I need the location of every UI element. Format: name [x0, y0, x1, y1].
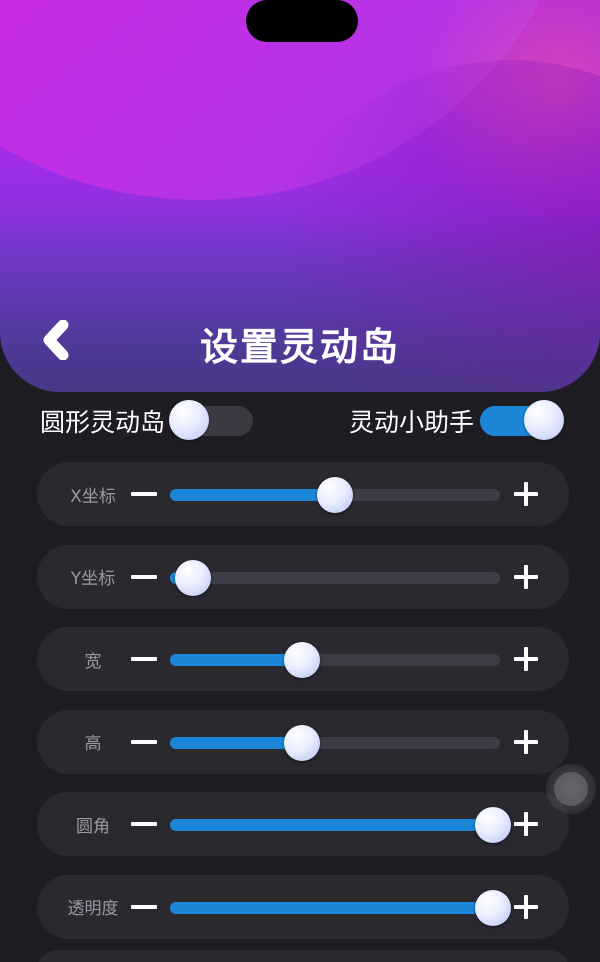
round-island-label: 圆形灵动岛	[40, 408, 166, 437]
slider-thumb[interactable]	[475, 807, 512, 843]
slider-height[interactable]	[170, 724, 500, 761]
slider-fill	[170, 654, 302, 666]
slider-corner-radius[interactable]	[170, 807, 512, 843]
assistant-toggle-group: 灵动小助手	[348, 400, 564, 440]
slider-label-corner-radius: 圆角	[76, 816, 110, 837]
round-island-toggle-group: 圆形灵动岛	[40, 400, 255, 440]
slider-row-y-coordinate: Y坐标	[37, 544, 569, 609]
switch-knob	[169, 400, 210, 440]
slider-thumb[interactable]	[475, 889, 512, 926]
decrease-corner-radius-button[interactable]	[129, 809, 159, 839]
decrease-x-coordinate-button[interactable]	[129, 479, 159, 509]
increase-width-button[interactable]	[511, 644, 541, 674]
slider-label-y-coordinate: Y坐标	[70, 569, 116, 589]
increase-x-coordinate-button[interactable]	[511, 479, 541, 509]
slider-x-coordinate[interactable]	[170, 477, 500, 513]
slider-width[interactable]	[170, 642, 500, 678]
slider-row-width: 宽	[37, 627, 569, 691]
decrease-height-button[interactable]	[129, 727, 159, 757]
slider-thumb[interactable]	[284, 724, 320, 761]
decrease-width-button[interactable]	[129, 644, 159, 674]
toggle-row: 圆形灵动岛 灵动小助手	[40, 398, 564, 444]
list-item-partial	[37, 950, 569, 962]
decrease-opacity-button[interactable]	[129, 892, 159, 922]
slider-y-coordinate[interactable]	[170, 559, 500, 596]
slider-fill	[170, 819, 494, 831]
slider-opacity[interactable]	[170, 889, 512, 926]
slider-thumb[interactable]	[175, 559, 212, 596]
assistant-switch[interactable]	[480, 400, 564, 440]
slider-fill	[170, 901, 494, 914]
slider-fill	[170, 736, 302, 749]
switch-knob	[524, 400, 564, 440]
slider-label-width: 宽	[84, 651, 102, 672]
slider-row-x-coordinate: X坐标	[37, 462, 569, 526]
assistant-label: 灵动小助手	[348, 408, 474, 437]
settings-screen: 设置灵动岛 圆形灵动岛 灵动小助手 X坐标 Y坐标宽高圆角透明度	[0, 0, 600, 962]
slider-label-x-coordinate: X坐标	[70, 486, 116, 507]
slider-label-opacity: 透明度	[67, 899, 119, 919]
dynamic-island-notch	[246, 0, 358, 42]
round-island-switch[interactable]	[169, 400, 255, 440]
decrease-y-coordinate-button[interactable]	[129, 562, 159, 592]
increase-y-coordinate-button[interactable]	[511, 562, 541, 592]
slider-row-height: 高	[37, 709, 569, 774]
page-title: 设置灵动岛	[199, 325, 400, 369]
slider-thumb[interactable]	[317, 477, 353, 513]
increase-height-button[interactable]	[511, 727, 541, 757]
slider-thumb[interactable]	[284, 642, 320, 678]
slider-row-opacity: 透明度	[37, 874, 569, 939]
slider-row-corner-radius: 圆角	[37, 792, 569, 856]
floating-assistive-button[interactable]	[546, 764, 596, 814]
slider-fill	[170, 489, 335, 501]
slider-label-height: 高	[84, 734, 102, 754]
increase-opacity-button[interactable]	[511, 892, 541, 922]
increase-corner-radius-button[interactable]	[511, 809, 541, 839]
